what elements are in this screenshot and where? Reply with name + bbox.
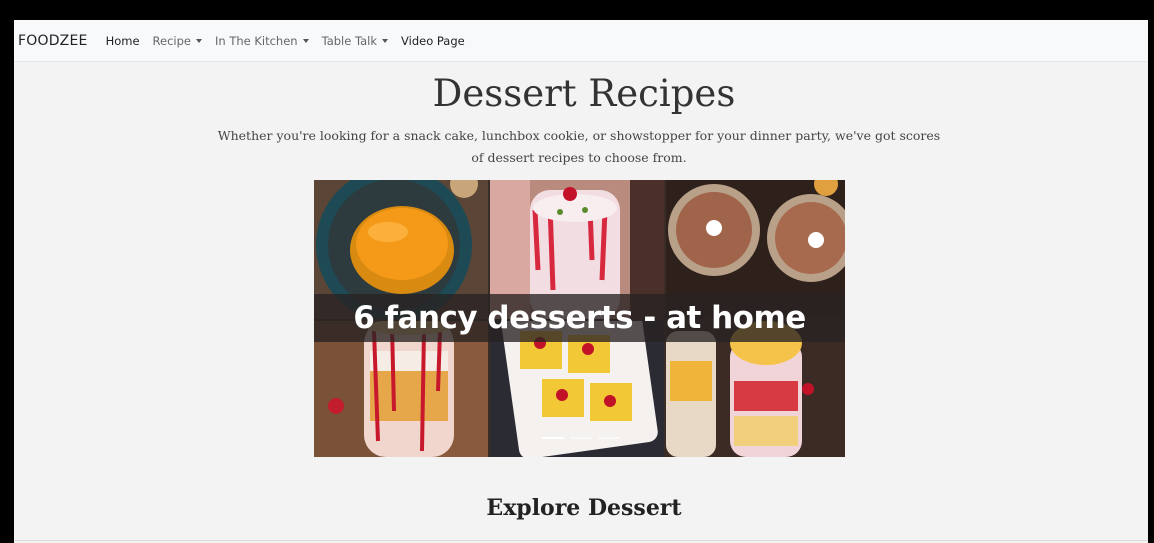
nav-in-the-kitchen-dropdown[interactable]: In The Kitchen xyxy=(215,34,309,48)
nav-table-talk-dropdown[interactable]: Table Talk xyxy=(321,33,389,48)
brand-logo[interactable]: FOODZEE xyxy=(18,33,88,49)
carousel-indicators xyxy=(542,437,622,441)
page-title: Dessert Recipes xyxy=(432,72,736,115)
carousel-indicator-3[interactable] xyxy=(598,437,620,439)
carousel-caption: 6 fancy desserts - at home xyxy=(353,300,806,336)
nav-video-page[interactable]: Video Page xyxy=(401,34,465,48)
nav-recipe-dropdown[interactable]: Recipe xyxy=(153,34,202,48)
divider xyxy=(14,540,1154,541)
caret-down-icon xyxy=(382,38,389,43)
carousel-caption-band: 6 fancy desserts - at home xyxy=(314,294,845,342)
page-lead: Whether you're looking for a snack cake,… xyxy=(209,125,949,169)
nav-in-the-kitchen-label: In The Kitchen xyxy=(214,33,298,48)
nav-home-label: Home xyxy=(105,33,140,48)
navbar: FOODZEE Home Recipe In The Kitchen Table… xyxy=(14,20,1154,62)
lead-line-2: of dessert recipes to choose from. xyxy=(471,150,687,165)
explore-dessert-heading: Explore Dessert xyxy=(486,495,682,521)
carousel-indicator-1[interactable] xyxy=(542,437,564,439)
nav-recipe-label: Recipe xyxy=(152,33,191,48)
carousel-indicator-2[interactable] xyxy=(570,437,592,439)
nav-video-page-label: Video Page xyxy=(401,33,465,48)
caret-down-icon xyxy=(302,38,309,43)
caret-down-icon xyxy=(195,38,202,43)
dessert-carousel[interactable]: 6 fancy desserts - at home xyxy=(314,180,845,457)
lead-line-1: Whether you're looking for a snack cake,… xyxy=(217,128,941,143)
nav-table-talk-label: Table Talk xyxy=(321,33,378,48)
nav-home[interactable]: Home xyxy=(106,34,140,48)
screen-bezel xyxy=(1148,0,1154,543)
browser-viewport: FOODZEE Home Recipe In The Kitchen Table… xyxy=(14,20,1154,543)
